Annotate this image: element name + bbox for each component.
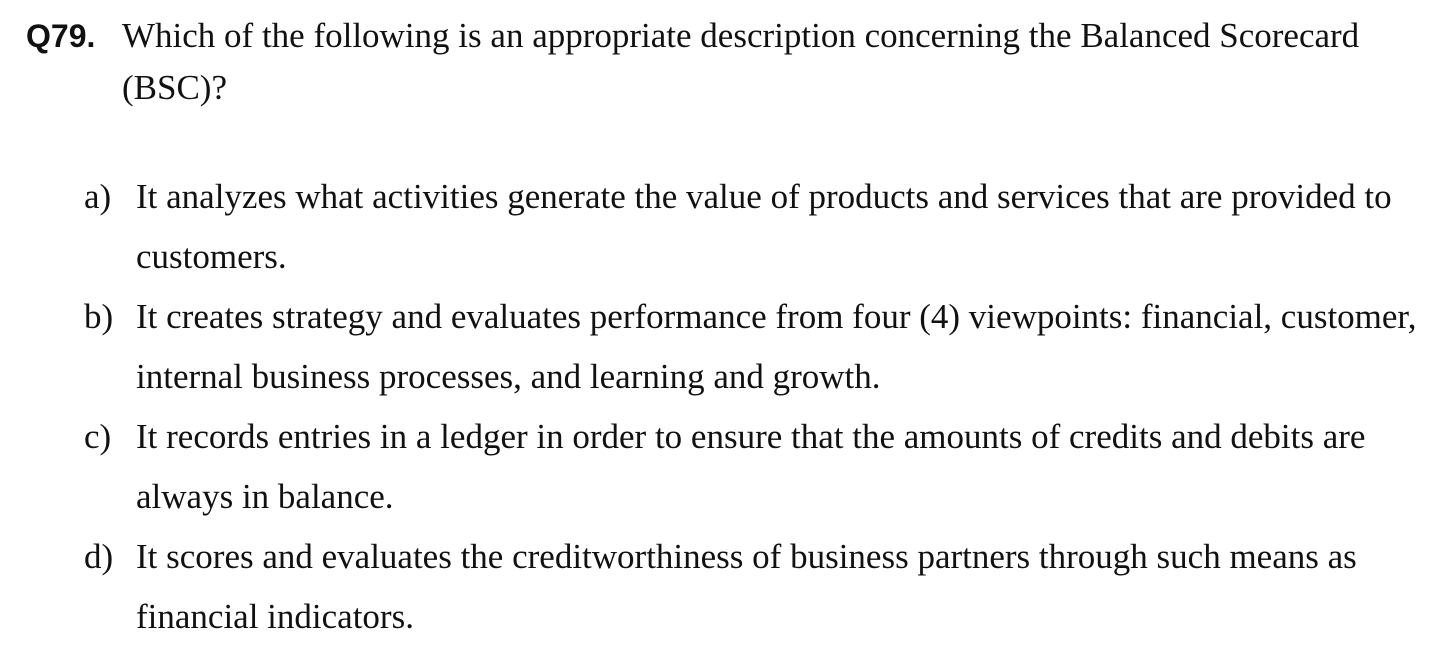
- answer-options: a) It analyzes what activities generate …: [84, 167, 1424, 647]
- question-header: Q79. Which of the following is an approp…: [26, 10, 1426, 114]
- option-text: It creates strategy and evaluates perfor…: [136, 297, 1417, 396]
- option-label: a): [84, 177, 112, 216]
- question-text: Which of the following is an appropriate…: [122, 16, 1360, 107]
- question-number: Q79.: [26, 18, 96, 54]
- option-text: It scores and evaluates the creditworthi…: [136, 537, 1357, 636]
- option-a[interactable]: a) It analyzes what activities generate …: [84, 167, 1424, 287]
- option-b[interactable]: b) It creates strategy and evaluates per…: [84, 287, 1424, 407]
- option-label: d): [84, 537, 114, 576]
- option-c[interactable]: c) It records entries in a ledger in ord…: [84, 407, 1424, 527]
- option-text: It analyzes what activities generate the…: [136, 177, 1392, 276]
- question: Q79. Which of the following is an approp…: [26, 10, 1426, 114]
- option-label: b): [84, 297, 114, 336]
- option-text: It records entries in a ledger in order …: [136, 417, 1366, 516]
- option-label: c): [84, 417, 112, 456]
- option-d[interactable]: d) It scores and evaluates the creditwor…: [84, 527, 1424, 647]
